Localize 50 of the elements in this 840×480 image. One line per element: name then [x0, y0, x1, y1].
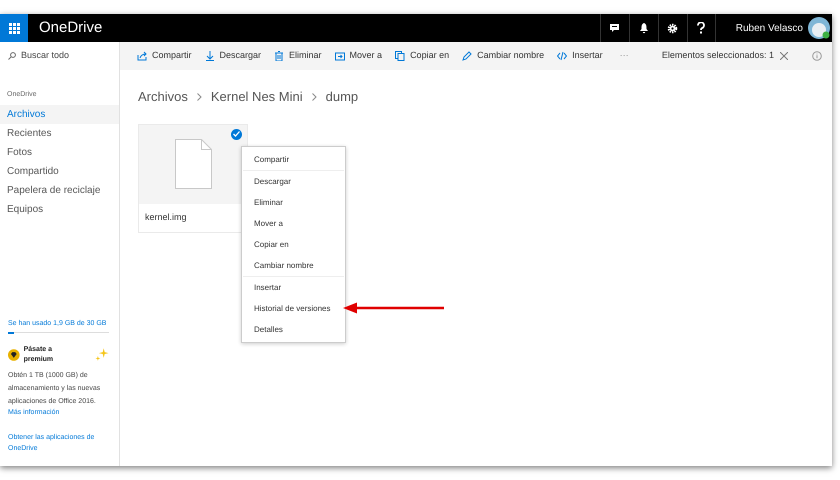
command-button[interactable]: Copiar en — [395, 49, 450, 63]
command-button[interactable]: Insertar — [557, 49, 603, 63]
waffle-icon — [8, 22, 20, 34]
pencil-icon — [462, 51, 472, 61]
command-button[interactable]: Compartir — [137, 49, 192, 63]
command-button[interactable]: Eliminar — [274, 49, 322, 63]
breadcrumb-link[interactable]: Archivos — [138, 87, 188, 106]
sparkle-icon — [95, 348, 110, 362]
help-icon — [697, 22, 706, 34]
sidebar-item[interactable]: Fotos — [0, 142, 119, 162]
breadcrumb-link[interactable]: Kernel Nes Mini — [210, 87, 303, 106]
command-button[interactable]: Cambiar nombre — [462, 49, 544, 63]
sidebar-item[interactable]: Equipos — [0, 200, 119, 218]
app-launcher-button[interactable] — [0, 14, 28, 42]
chat-icon — [609, 23, 620, 33]
bell-icon — [638, 22, 649, 34]
command-button[interactable]: Descargar — [204, 49, 262, 63]
selected-check-icon — [231, 128, 242, 140]
file-tile[interactable]: kernel.img — [138, 124, 248, 232]
settings-icon — [667, 22, 678, 34]
selection-count: Elementos seleccionados: 1 — [662, 49, 774, 62]
sidebar-item[interactable]: Archivos — [0, 104, 119, 124]
app-title[interactable]: OneDrive — [39, 16, 102, 40]
sidebar-item[interactable]: Recientes — [0, 124, 119, 142]
sidebar-item[interactable]: Papelera de reciclaje — [0, 180, 119, 200]
user-name[interactable]: Ruben Velasco — [736, 20, 803, 36]
menu-item[interactable]: Cambiar nombre — [242, 255, 345, 276]
close-icon[interactable] — [780, 52, 788, 60]
diamond-icon — [8, 349, 20, 361]
info-icon[interactable] — [812, 51, 822, 61]
code-icon — [557, 51, 568, 61]
menu-item[interactable]: Copiar en — [242, 234, 345, 255]
menu-item[interactable]: Historial de versiones — [242, 298, 345, 319]
trash-icon — [274, 51, 284, 61]
avatar-icon[interactable] — [808, 17, 830, 39]
file-name: kernel.img — [145, 210, 187, 224]
breadcrumb-link[interactable]: dump — [326, 87, 358, 106]
menu-item[interactable]: Insertar — [242, 277, 345, 298]
copy-icon — [395, 51, 406, 61]
chevron-icon — [196, 92, 202, 101]
search-field[interactable]: Buscar todo — [0, 42, 120, 70]
chevron-icon — [312, 92, 317, 101]
search-icon — [8, 52, 16, 60]
download-icon — [204, 51, 215, 61]
folder-icon — [334, 51, 345, 61]
command-button[interactable]: Mover a — [334, 49, 382, 63]
share-icon — [137, 51, 147, 61]
menu-item[interactable]: Detalles — [242, 319, 345, 340]
sidebar-item[interactable]: Compartido — [0, 162, 119, 180]
document-icon — [174, 139, 212, 189]
